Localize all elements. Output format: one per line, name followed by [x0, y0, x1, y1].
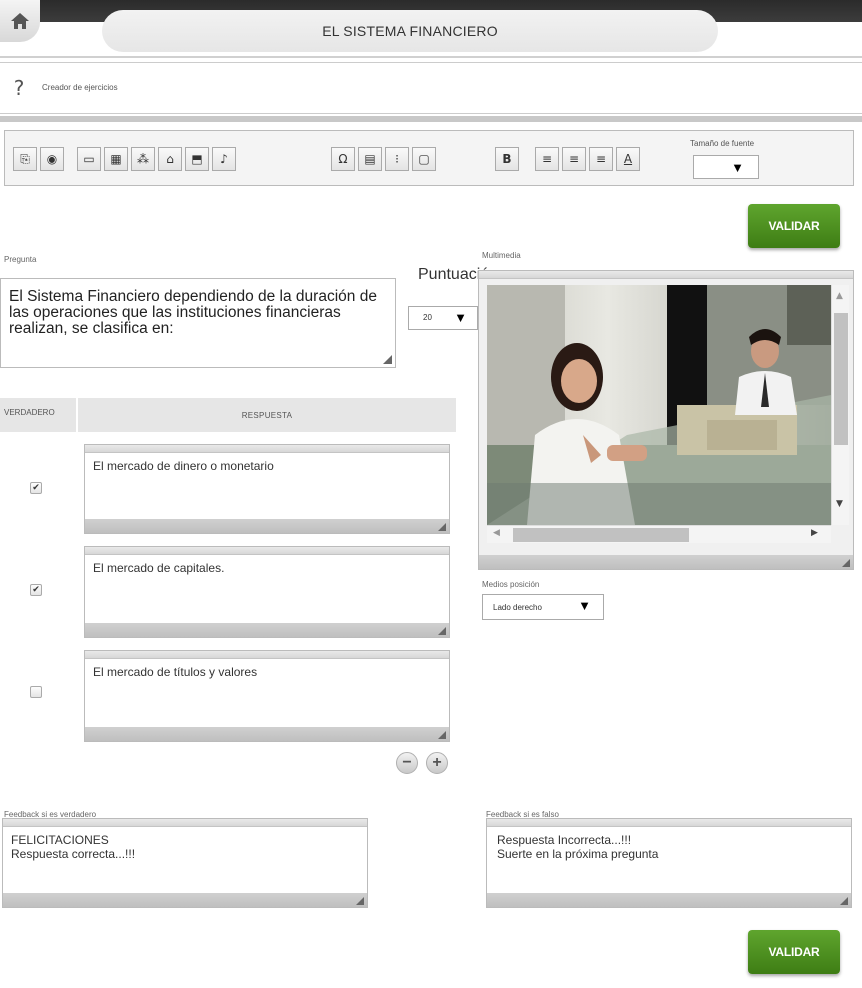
page-title: EL SISTEMA FINANCIERO: [102, 10, 718, 52]
globe-icon[interactable]: ◉: [40, 147, 64, 171]
horizontal-scrollbar[interactable]: ◀ ▶: [487, 525, 831, 543]
textarea-bottom-strip: [3, 893, 367, 907]
font-size-select[interactable]: ▼: [693, 155, 759, 179]
scroll-right-icon[interactable]: ▶: [811, 528, 818, 538]
chevron-down-icon: ▼: [731, 160, 744, 175]
true-checkbox[interactable]: ✔: [30, 584, 42, 596]
media-position-select[interactable]: Lado derecho ▼: [482, 594, 604, 620]
table-icon[interactable]: ▤: [358, 147, 382, 171]
exercise-editor: EL SISTEMA FINANCIERO ? Creador de ejerc…: [0, 0, 862, 988]
feedback-true-textarea[interactable]: FELICITACIONES Respuesta correcta...!!!: [2, 818, 368, 908]
list-icon[interactable]: ⁝: [385, 147, 409, 171]
vertical-scrollbar[interactable]: ▲ ▼: [831, 285, 849, 525]
answers-header: VERDADERO RESPUESTA: [0, 398, 456, 432]
scroll-down-icon[interactable]: ▼: [836, 499, 843, 509]
scroll-thumb[interactable]: [513, 528, 689, 542]
toolbar-group-2: ▭ ▦ ⁂ ⌂ ⬒ ♪: [77, 147, 236, 173]
answer-textarea[interactable]: El mercado de títulos y valores: [84, 650, 450, 742]
question-text: El Sistema Financiero dependiendo de la …: [9, 288, 377, 337]
network-icon[interactable]: ⁂: [131, 147, 155, 171]
answer-text: El mercado de títulos y valores: [93, 665, 258, 679]
answer-text: El mercado de dinero o monetario: [93, 459, 274, 473]
answer-textarea[interactable]: El mercado de dinero o monetario: [84, 444, 450, 534]
help-icon[interactable]: ?: [8, 77, 30, 99]
image-icon[interactable]: ▭: [77, 147, 101, 171]
toolbar-group-3: Ω ▤ ⁝ ▢: [331, 147, 436, 173]
chevron-down-icon: ▼: [454, 310, 467, 325]
align-center-icon[interactable]: ≡: [562, 147, 586, 171]
multimedia-viewport: [487, 285, 831, 525]
resize-grip-icon[interactable]: [842, 559, 850, 567]
resize-grip-icon[interactable]: [438, 627, 446, 635]
feedback-false-textarea[interactable]: Respuesta Incorrecta...!!! Suerte en la …: [486, 818, 852, 908]
toolbar-group-4: B: [495, 147, 519, 173]
validar-button-bottom[interactable]: VALIDAR: [748, 930, 840, 974]
help-label: Creador de ejercicios: [42, 83, 118, 92]
question-textarea[interactable]: El Sistema Financiero dependiendo de la …: [0, 278, 396, 368]
bank-teller-photo: [487, 285, 831, 525]
resize-grip-icon[interactable]: [438, 731, 446, 739]
textarea-top-strip: [3, 819, 367, 827]
scroll-up-icon[interactable]: ▲: [836, 291, 843, 301]
home-icon: [11, 13, 29, 29]
remove-answer-button[interactable]: −: [396, 752, 418, 774]
add-answer-button[interactable]: +: [426, 752, 448, 774]
font-size-label: Tamaño de fuente: [690, 139, 755, 148]
panel-top-strip: [479, 271, 853, 279]
divider: [0, 56, 862, 58]
feedback-false-text: Respuesta Incorrecta...!!! Suerte en la …: [497, 833, 659, 861]
answer-text: El mercado de capitales.: [93, 561, 225, 575]
media-position-value: Lado derecho: [493, 603, 542, 612]
multimedia-panel: ▲ ▼ ◀ ▶: [478, 270, 854, 570]
panel-bottom-strip: [479, 555, 853, 569]
divider: [0, 116, 862, 122]
sound-bag-icon[interactable]: ⌂: [158, 147, 182, 171]
top-bar: EL SISTEMA FINANCIERO: [0, 0, 862, 58]
resize-grip-icon[interactable]: [356, 897, 364, 905]
column-header-answer: RESPUESTA: [76, 398, 456, 432]
textarea-bottom-strip: [85, 519, 449, 533]
align-left-icon[interactable]: ≡: [535, 147, 559, 171]
true-checkbox[interactable]: ✔: [30, 482, 42, 494]
music-note-icon[interactable]: ♪: [212, 147, 236, 171]
resize-grip-icon[interactable]: [438, 523, 446, 531]
textarea-bottom-strip: [85, 623, 449, 637]
help-row: ? Creador de ejercicios: [0, 62, 862, 114]
textarea-top-strip: [85, 547, 449, 555]
textarea-bottom-strip: [487, 893, 851, 907]
gallery-icon[interactable]: ▦: [104, 147, 128, 171]
scroll-left-icon[interactable]: ◀: [493, 528, 500, 538]
omega-icon[interactable]: Ω: [331, 147, 355, 171]
scroll-thumb[interactable]: [834, 313, 848, 445]
bold-icon[interactable]: B: [495, 147, 519, 171]
resize-grip-icon[interactable]: [840, 897, 848, 905]
page-icon[interactable]: ▢: [412, 147, 436, 171]
toolbar-group-5: ≡ ≡ ≡ A: [535, 147, 640, 173]
resize-grip-icon[interactable]: [383, 355, 392, 364]
question-label: Pregunta: [4, 255, 37, 264]
true-checkbox[interactable]: [30, 686, 42, 698]
textarea-bottom-strip: [85, 727, 449, 741]
paste-icon[interactable]: ⎘: [13, 147, 37, 171]
textarea-top-strip: [85, 651, 449, 659]
textarea-top-strip: [487, 819, 851, 827]
home-button[interactable]: [0, 0, 40, 42]
score-select[interactable]: 20 ▼: [408, 306, 478, 330]
media-position-label: Medios posición: [482, 580, 540, 589]
text-color-icon[interactable]: A: [616, 147, 640, 171]
video-icon[interactable]: ⬒: [185, 147, 209, 171]
textarea-top-strip: [85, 445, 449, 453]
align-right-icon[interactable]: ≡: [589, 147, 613, 171]
feedback-true-text: FELICITACIONES Respuesta correcta...!!!: [11, 833, 136, 861]
editor-toolbar: ⎘ ◉ ▭ ▦ ⁂ ⌂ ⬒ ♪ Ω ▤ ⁝ ▢ B ≡ ≡ ≡ A Tamaño…: [4, 130, 854, 186]
validar-button-top[interactable]: VALIDAR: [748, 204, 840, 248]
score-value: 20: [423, 313, 432, 322]
answer-textarea[interactable]: El mercado de capitales.: [84, 546, 450, 638]
chevron-down-icon: ▼: [578, 598, 591, 613]
toolbar-group-1: ⎘ ◉: [13, 147, 64, 173]
column-header-true: VERDADERO: [4, 408, 55, 417]
multimedia-label: Multimedia: [482, 251, 521, 260]
